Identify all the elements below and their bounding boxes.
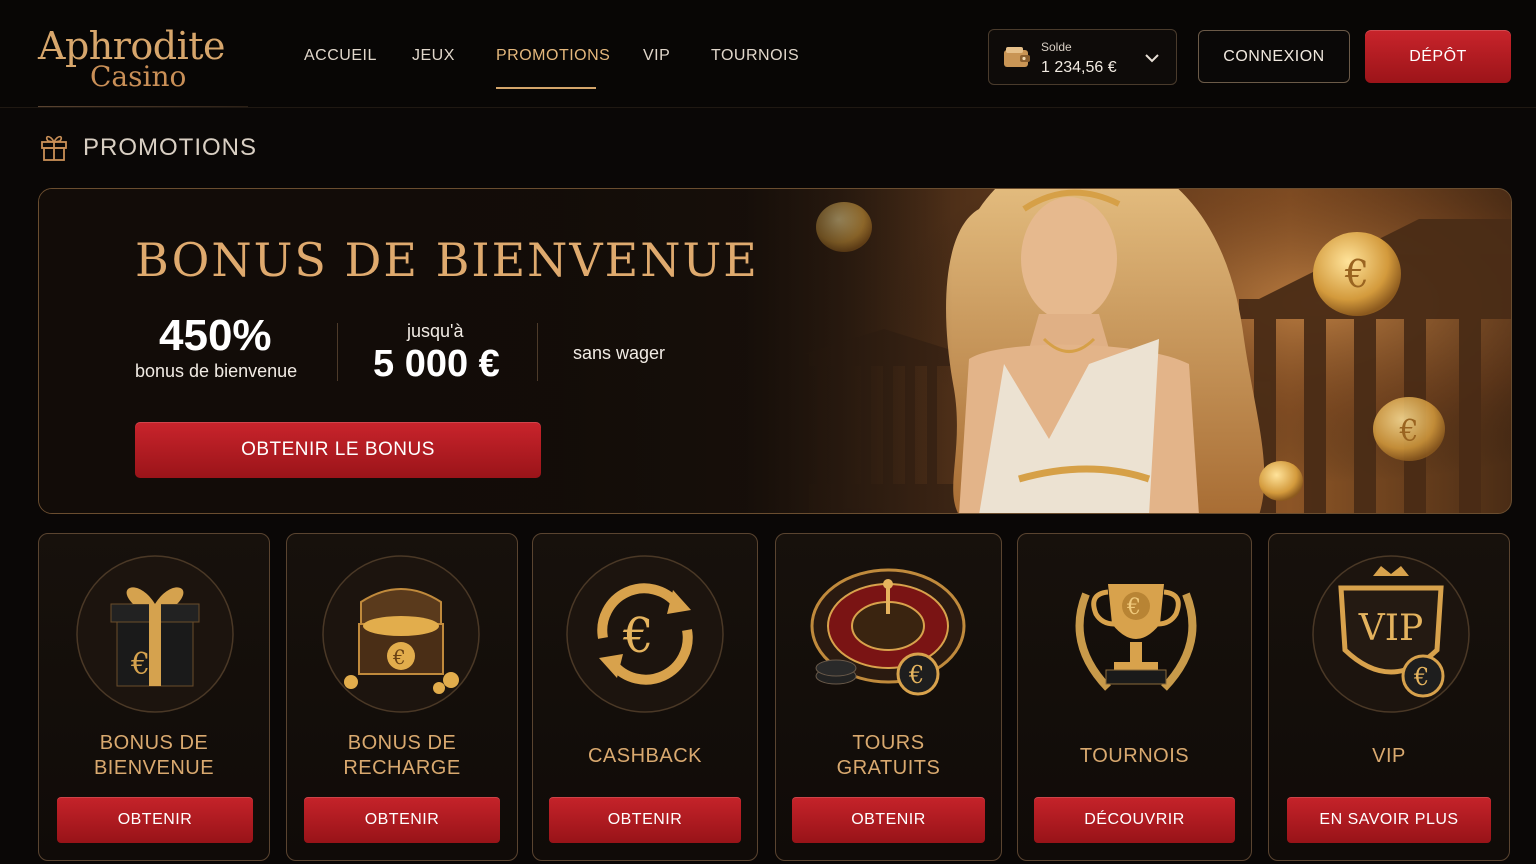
deposit-button[interactable]: DÉPÔT — [1365, 30, 1511, 83]
card-title-line: BIENVENUE — [93, 757, 215, 779]
card-title-line: BONUS DE — [99, 732, 209, 754]
card-title: CASHBACK — [587, 745, 703, 767]
card-title-line: GRATUITS — [836, 757, 941, 779]
top-header: Aphrodite Casino ACCUEIL JEUX PROMOTIONS… — [0, 0, 1536, 108]
nav-item-jeux[interactable]: JEUX — [412, 47, 455, 65]
bonus-percent: 450% — [159, 311, 272, 360]
card-title-line: TOURS — [852, 732, 925, 754]
nav-active-indicator — [496, 87, 596, 89]
roulette-icon: € — [810, 568, 966, 696]
promo-card-cashback[interactable]: € CASHBACK OBTENIR — [532, 533, 758, 861]
svg-text:€: € — [908, 661, 924, 689]
vip-shield-icon: VIP € — [1312, 555, 1470, 713]
chevron-down-icon — [1145, 54, 1159, 63]
promo-card-welcome[interactable]: € BONUS DE BIENVENUE OBTENIR — [38, 533, 270, 861]
card-learn-more-button[interactable]: EN SAVOIR PLUS — [1287, 797, 1491, 843]
gift-box-icon: € — [76, 555, 234, 713]
brand-logo[interactable]: Aphrodite Casino — [38, 24, 248, 108]
section-title: PROMOTIONS — [83, 134, 258, 161]
get-bonus-button[interactable]: OBTENIR LE BONUS — [135, 422, 541, 478]
logo-divider — [38, 106, 248, 107]
card-get-button[interactable]: OBTENIR — [792, 797, 985, 843]
card-title-line: BONUS DE — [347, 732, 457, 754]
card-get-button[interactable]: OBTENIR — [57, 797, 253, 843]
promo-card-tournaments[interactable]: € TOURNOIS DÉCOUVRIR — [1017, 533, 1252, 861]
svg-text:VIP: VIP — [1358, 608, 1423, 649]
svg-text:€: € — [1126, 595, 1141, 620]
bonus-max-label: jusqu'à — [407, 321, 464, 341]
balance-dropdown[interactable]: Solde 1 234,56 € — [988, 29, 1177, 85]
card-title-line: RECHARGE — [343, 757, 461, 779]
card-title: VIP — [1372, 745, 1406, 767]
balance-label: Solde — [1041, 40, 1072, 54]
nav-item-tournois[interactable]: TOURNOIS — [711, 47, 799, 65]
nav-item-accueil[interactable]: ACCUEIL — [304, 47, 377, 65]
trophy-icon: € — [1075, 584, 1197, 691]
welcome-bonus-banner: € € BONUS DE BIENVENUE 450% bonus de bie… — [38, 188, 1512, 514]
promo-card-free-spins[interactable]: € TOURS GRATUITS OBTENIR — [775, 533, 1002, 861]
wallet-icon — [1004, 47, 1030, 67]
cashback-euro-icon: € — [566, 555, 724, 713]
svg-text:€: € — [392, 645, 406, 669]
bonus-percent-label: bonus de bienvenue — [135, 361, 298, 381]
promo-card-reload[interactable]: € BONUS DE RECHARGE OBTENIR — [286, 533, 518, 861]
brand-subtitle: Casino — [90, 60, 187, 93]
treasure-chest-icon: € — [322, 555, 480, 713]
card-discover-button[interactable]: DÉCOUVRIR — [1034, 797, 1235, 843]
promo-card-vip[interactable]: VIP € VIP EN SAVOIR PLUS — [1268, 533, 1510, 861]
svg-text:€: € — [622, 608, 654, 664]
card-title: TOURNOIS — [1079, 745, 1190, 767]
nav-item-vip[interactable]: VIP — [643, 47, 670, 65]
nav-item-promotions[interactable]: PROMOTIONS — [496, 47, 610, 65]
stat-divider — [337, 323, 338, 381]
gift-icon — [41, 135, 67, 161]
balance-value: 1 234,56 € — [1041, 59, 1117, 76]
no-wager-label: sans wager — [573, 343, 666, 363]
login-button[interactable]: CONNEXION — [1198, 30, 1350, 83]
card-title: BONUS DE BIENVENUE — [39, 731, 269, 781]
card-get-button[interactable]: OBTENIR — [549, 797, 741, 843]
bonus-max-value: 5 000 € — [373, 343, 500, 385]
card-title: BONUS DE RECHARGE — [287, 731, 517, 781]
card-get-button[interactable]: OBTENIR — [304, 797, 500, 843]
svg-text:€: € — [1413, 663, 1429, 691]
hero-title: BONUS DE BIENVENUE — [135, 233, 759, 287]
stat-divider — [537, 323, 538, 381]
svg-text:€: € — [130, 647, 150, 682]
card-title: TOURS GRATUITS — [776, 731, 1001, 781]
